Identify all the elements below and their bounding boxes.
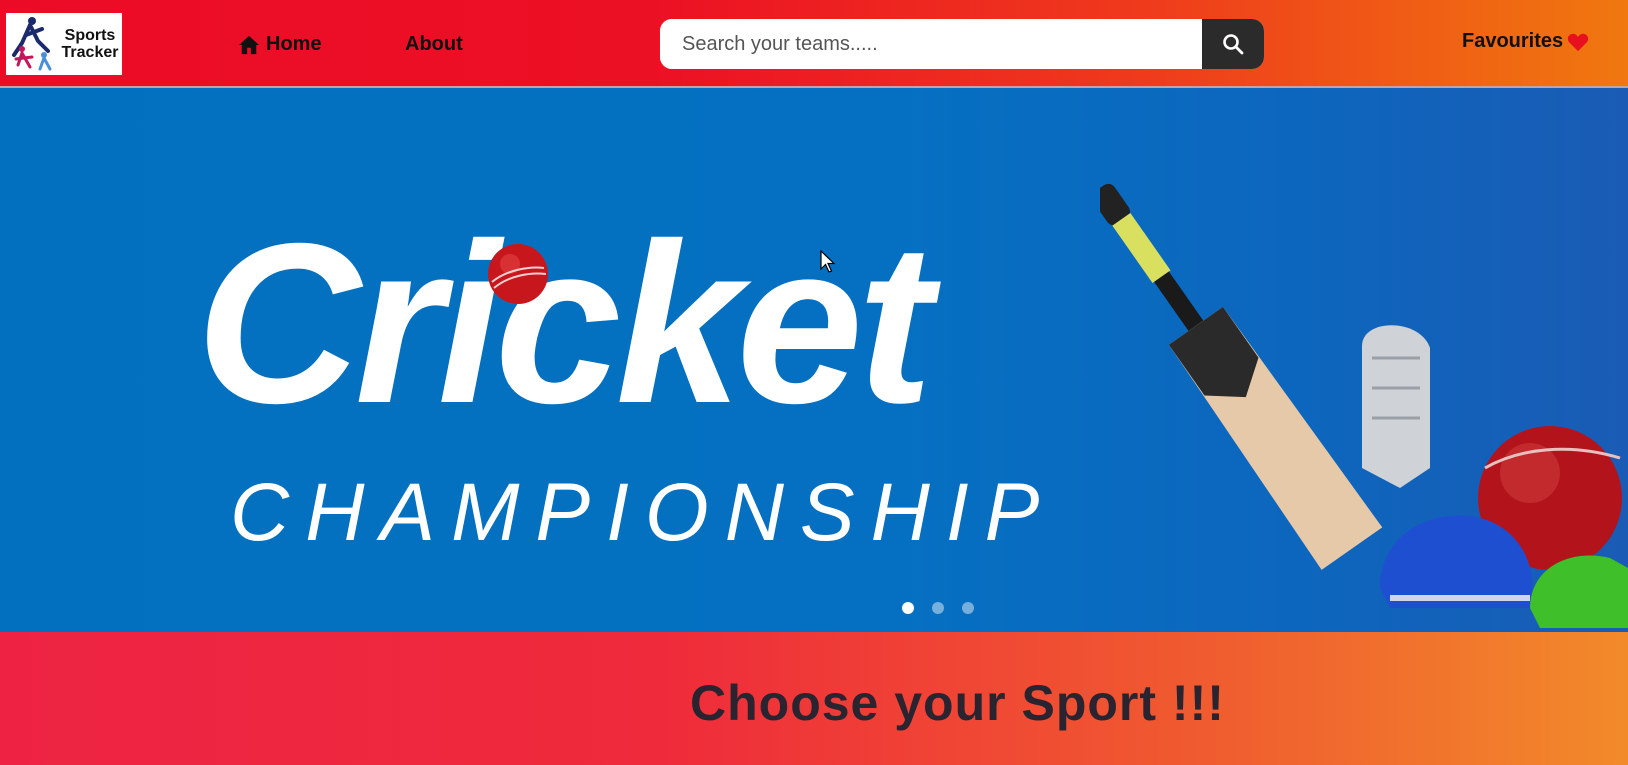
favourites-label: Favourites [1462, 30, 1564, 52]
logo-text: Sports Tracker [58, 27, 122, 61]
banner-subtitle: CHAMPIONSHIP [230, 467, 1056, 558]
logo-line-1: Sports [64, 27, 116, 44]
nav-about-label: About [405, 33, 463, 55]
section-heading: Choose your Sport !!! [690, 675, 1225, 731]
top-navbar: Sports Tracker Home About Favourites [0, 0, 1628, 88]
carousel-dot-3[interactable] [962, 602, 974, 614]
cricket-ball-icon [488, 244, 548, 304]
carousel-indicators [902, 602, 974, 614]
search-input[interactable] [660, 19, 1202, 69]
cricket-gear-illustration [1100, 183, 1628, 628]
logo-line-2: Tracker [61, 44, 119, 61]
carousel-dot-2[interactable] [932, 602, 944, 614]
hero-carousel[interactable]: Cricket CHAMPIONSHIP [0, 88, 1628, 632]
search-box [660, 19, 1264, 69]
home-icon [239, 35, 259, 54]
search-icon [1223, 34, 1244, 55]
cursor-icon [820, 250, 836, 273]
heart-icon [1568, 33, 1589, 51]
nav-home-label: Home [266, 33, 322, 55]
nav-about-link[interactable]: About [405, 33, 463, 56]
choose-sport-section: Choose your Sport !!! [0, 632, 1628, 765]
favourites-link[interactable]: Favourites [1462, 30, 1589, 53]
athletes-logo-icon [12, 17, 52, 71]
search-button[interactable] [1202, 19, 1264, 69]
carousel-dot-1[interactable] [902, 602, 914, 614]
sports-tracker-logo[interactable]: Sports Tracker [6, 13, 122, 75]
banner-title: Cricket [196, 197, 933, 451]
nav-home-link[interactable]: Home [238, 33, 322, 56]
